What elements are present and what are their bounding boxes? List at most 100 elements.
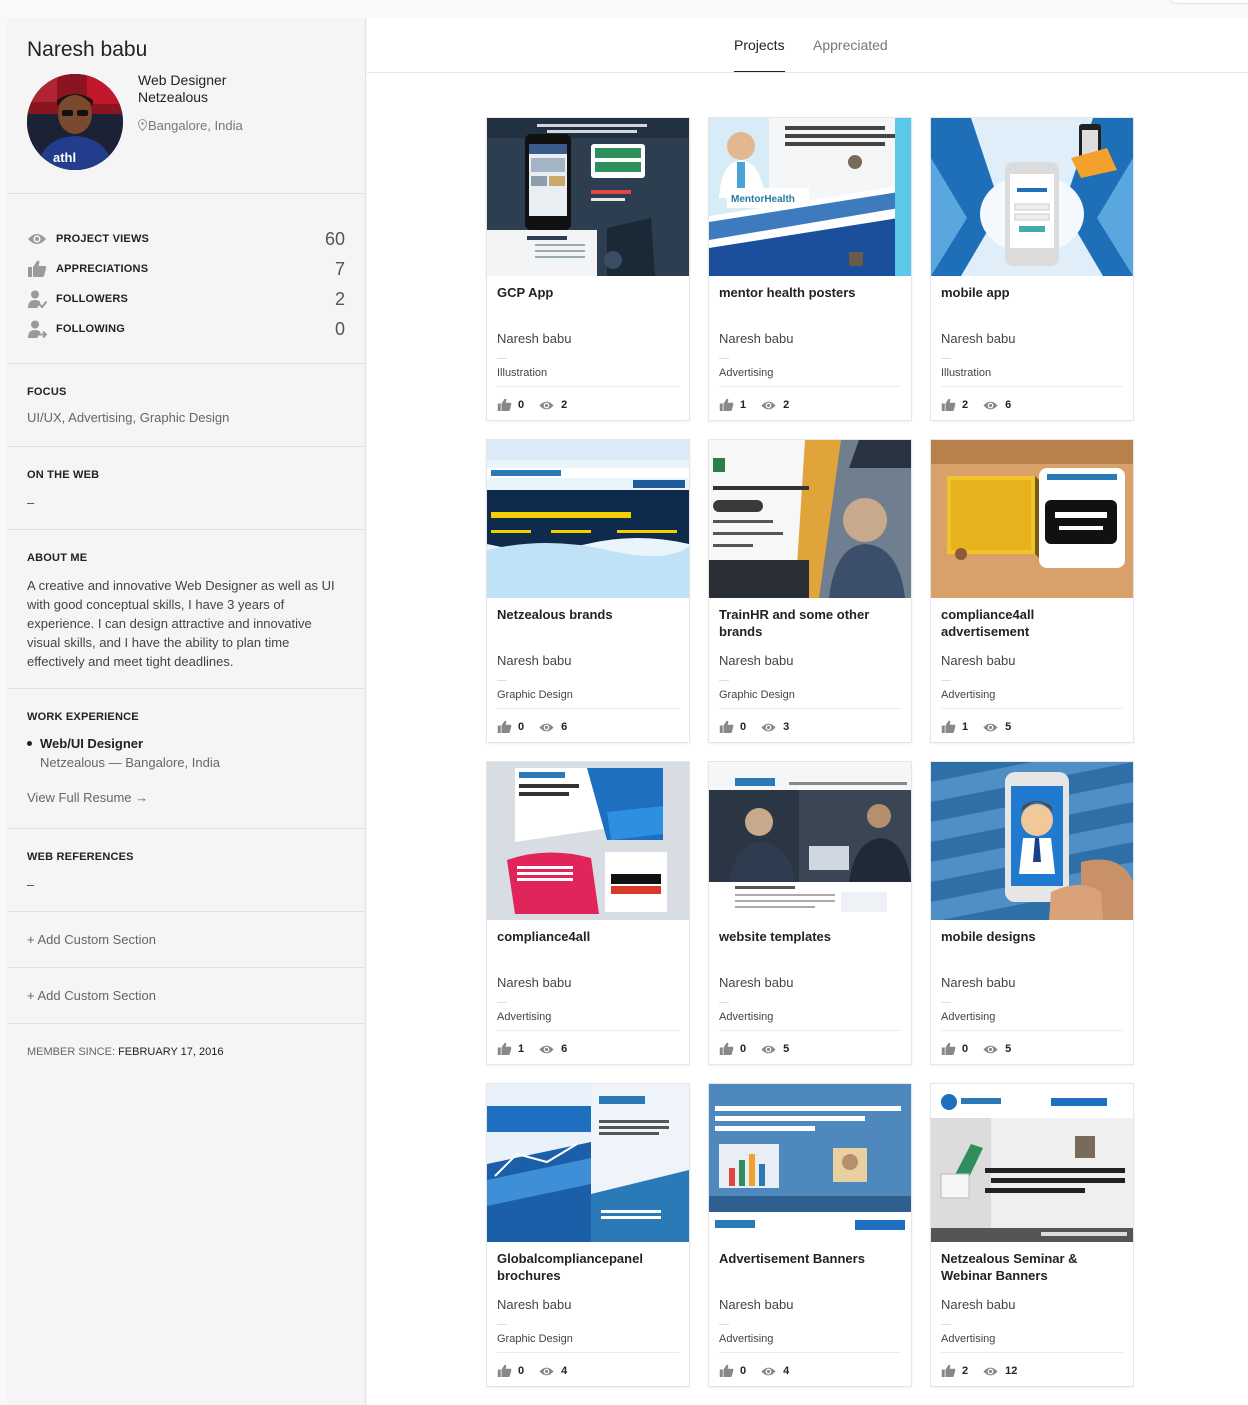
- project-field[interactable]: Illustration: [497, 367, 547, 379]
- project-owner[interactable]: Naresh babu: [941, 975, 1015, 990]
- project-card[interactable]: Netzealous brands Naresh babu Graphic De…: [487, 440, 689, 742]
- appreciation-count: 1: [740, 399, 747, 411]
- project-owner[interactable]: Naresh babu: [719, 975, 793, 990]
- project-card[interactable]: compliance4all advertisement Naresh babu…: [931, 440, 1133, 742]
- stat-value: 2: [334, 288, 345, 309]
- on-the-web-text: –: [27, 495, 35, 510]
- project-thumbnail[interactable]: [487, 118, 689, 276]
- project-title[interactable]: website templates: [719, 928, 899, 945]
- project-thumbnail[interactable]: [487, 1084, 689, 1242]
- project-thumbnail[interactable]: MentorHealth: [709, 118, 911, 276]
- top-bar: [0, 0, 1248, 18]
- view-count: 12: [1005, 1365, 1018, 1377]
- project-thumbnail[interactable]: [709, 440, 911, 598]
- project-thumbnail[interactable]: [931, 1084, 1133, 1242]
- project-title[interactable]: compliance4all advertisement: [941, 606, 1121, 640]
- project-owner[interactable]: Naresh babu: [719, 653, 793, 668]
- divider: [497, 1324, 507, 1325]
- project-metrics: 0 4: [497, 1364, 581, 1378]
- stat-followers[interactable]: FOLLOWERS 2: [27, 284, 345, 314]
- project-card[interactable]: Advertisement Banners Naresh babu Advert…: [709, 1084, 911, 1386]
- view-count: 4: [561, 1365, 568, 1377]
- project-thumbnail[interactable]: [931, 762, 1133, 920]
- member-since-label: MEMBER SINCE:: [27, 1046, 116, 1058]
- add-custom-section-button[interactable]: + Add Custom Section: [7, 968, 365, 1024]
- tab-appreciated[interactable]: Appreciated: [813, 37, 888, 53]
- project-metrics: 1 2: [719, 398, 803, 412]
- project-card[interactable]: mobile app Naresh babu Illustration 2 6: [931, 118, 1133, 420]
- project-title[interactable]: Netzealous brands: [497, 606, 677, 623]
- about-heading: ABOUT ME: [27, 552, 88, 564]
- project-field[interactable]: Advertising: [941, 689, 995, 701]
- top-search-pill[interactable]: [1168, 0, 1248, 4]
- profile-stats: PROJECT VIEWS 60 APPRECIATIONS 7 FOLLOWE…: [7, 194, 365, 364]
- stat-following[interactable]: FOLLOWING 0: [27, 314, 345, 344]
- project-field[interactable]: Illustration: [941, 367, 991, 379]
- project-card[interactable]: mobile designs Naresh babu Advertising 0…: [931, 762, 1133, 1064]
- project-title[interactable]: mobile app: [941, 284, 1121, 301]
- occupation-company: Netzealous: [138, 89, 209, 105]
- project-card[interactable]: Netzealous Seminar & Webinar Banners Nar…: [931, 1084, 1133, 1386]
- project-title[interactable]: TrainHR and some other brands: [719, 606, 899, 640]
- project-card[interactable]: website templates Naresh babu Advertisin…: [709, 762, 911, 1064]
- project-title[interactable]: compliance4all: [497, 928, 677, 945]
- focus-section: FOCUS UI/UX, Advertising, Graphic Design: [7, 364, 365, 447]
- project-field[interactable]: Graphic Design: [497, 689, 573, 701]
- project-card[interactable]: TrainHR and some other brands Naresh bab…: [709, 440, 911, 742]
- project-owner[interactable]: Naresh babu: [719, 1297, 793, 1312]
- project-owner[interactable]: Naresh babu: [941, 653, 1015, 668]
- on-the-web-section: ON THE WEB –: [7, 447, 365, 530]
- project-field[interactable]: Advertising: [719, 1011, 773, 1023]
- divider: [941, 708, 1123, 709]
- project-metrics: 0 4: [719, 1364, 803, 1378]
- project-field[interactable]: Graphic Design: [497, 1333, 573, 1345]
- stat-appreciations[interactable]: APPRECIATIONS 7: [27, 254, 345, 284]
- project-title[interactable]: GCP App: [497, 284, 677, 301]
- project-thumbnail[interactable]: [931, 118, 1133, 276]
- project-card[interactable]: Globalcompliancepanel brochures Naresh b…: [487, 1084, 689, 1386]
- tab-projects[interactable]: Projects: [734, 37, 785, 72]
- add-custom-section-button[interactable]: + Add Custom Section: [7, 912, 365, 968]
- project-owner[interactable]: Naresh babu: [497, 331, 571, 346]
- project-owner[interactable]: Naresh babu: [497, 1297, 571, 1312]
- eye-icon: [983, 1045, 998, 1053]
- avatar[interactable]: athl: [27, 74, 123, 170]
- project-owner[interactable]: Naresh babu: [941, 1297, 1015, 1312]
- project-title[interactable]: Advertisement Banners: [719, 1250, 899, 1267]
- project-field[interactable]: Advertising: [719, 1333, 773, 1345]
- project-field[interactable]: Advertising: [941, 1011, 995, 1023]
- project-thumbnail[interactable]: [931, 440, 1133, 598]
- project-field[interactable]: Advertising: [719, 367, 773, 379]
- occupation-title: Web Designer: [138, 72, 227, 88]
- project-thumbnail[interactable]: [709, 762, 911, 920]
- divider: [941, 1324, 951, 1325]
- project-owner[interactable]: Naresh babu: [497, 975, 571, 990]
- project-card[interactable]: GCP App Naresh babu Illustration 0 2: [487, 118, 689, 420]
- project-field[interactable]: Advertising: [497, 1011, 551, 1023]
- project-thumbnail[interactable]: [487, 762, 689, 920]
- project-card[interactable]: MentorHealth mentor health posters Nares…: [709, 118, 911, 420]
- view-count: 6: [561, 1043, 568, 1055]
- following-icon: [27, 319, 56, 339]
- project-field[interactable]: Advertising: [941, 1333, 995, 1345]
- project-field[interactable]: Graphic Design: [719, 689, 795, 701]
- project-title[interactable]: Netzealous Seminar & Webinar Banners: [941, 1250, 1121, 1284]
- project-owner[interactable]: Naresh babu: [719, 331, 793, 346]
- divider: [941, 1030, 1123, 1031]
- project-owner[interactable]: Naresh babu: [941, 331, 1015, 346]
- stat-project-views[interactable]: PROJECT VIEWS 60: [27, 224, 345, 254]
- view-full-resume-link[interactable]: View Full Resume →: [27, 790, 345, 805]
- appreciation-count: 2: [962, 1365, 969, 1377]
- divider: [941, 1002, 951, 1003]
- appreciation-count: 2: [962, 399, 969, 411]
- job-detail: Netzealous — Bangalore, India: [40, 755, 220, 770]
- thumbs-up-icon: [497, 1364, 512, 1377]
- project-title[interactable]: Globalcompliancepanel brochures: [497, 1250, 677, 1284]
- project-owner[interactable]: Naresh babu: [497, 653, 571, 668]
- project-metrics: 2 6: [941, 398, 1025, 412]
- project-card[interactable]: compliance4all Naresh babu Advertising 1…: [487, 762, 689, 1064]
- project-thumbnail[interactable]: [709, 1084, 911, 1242]
- project-title[interactable]: mentor health posters: [719, 284, 899, 301]
- project-thumbnail[interactable]: [487, 440, 689, 598]
- project-title[interactable]: mobile designs: [941, 928, 1121, 945]
